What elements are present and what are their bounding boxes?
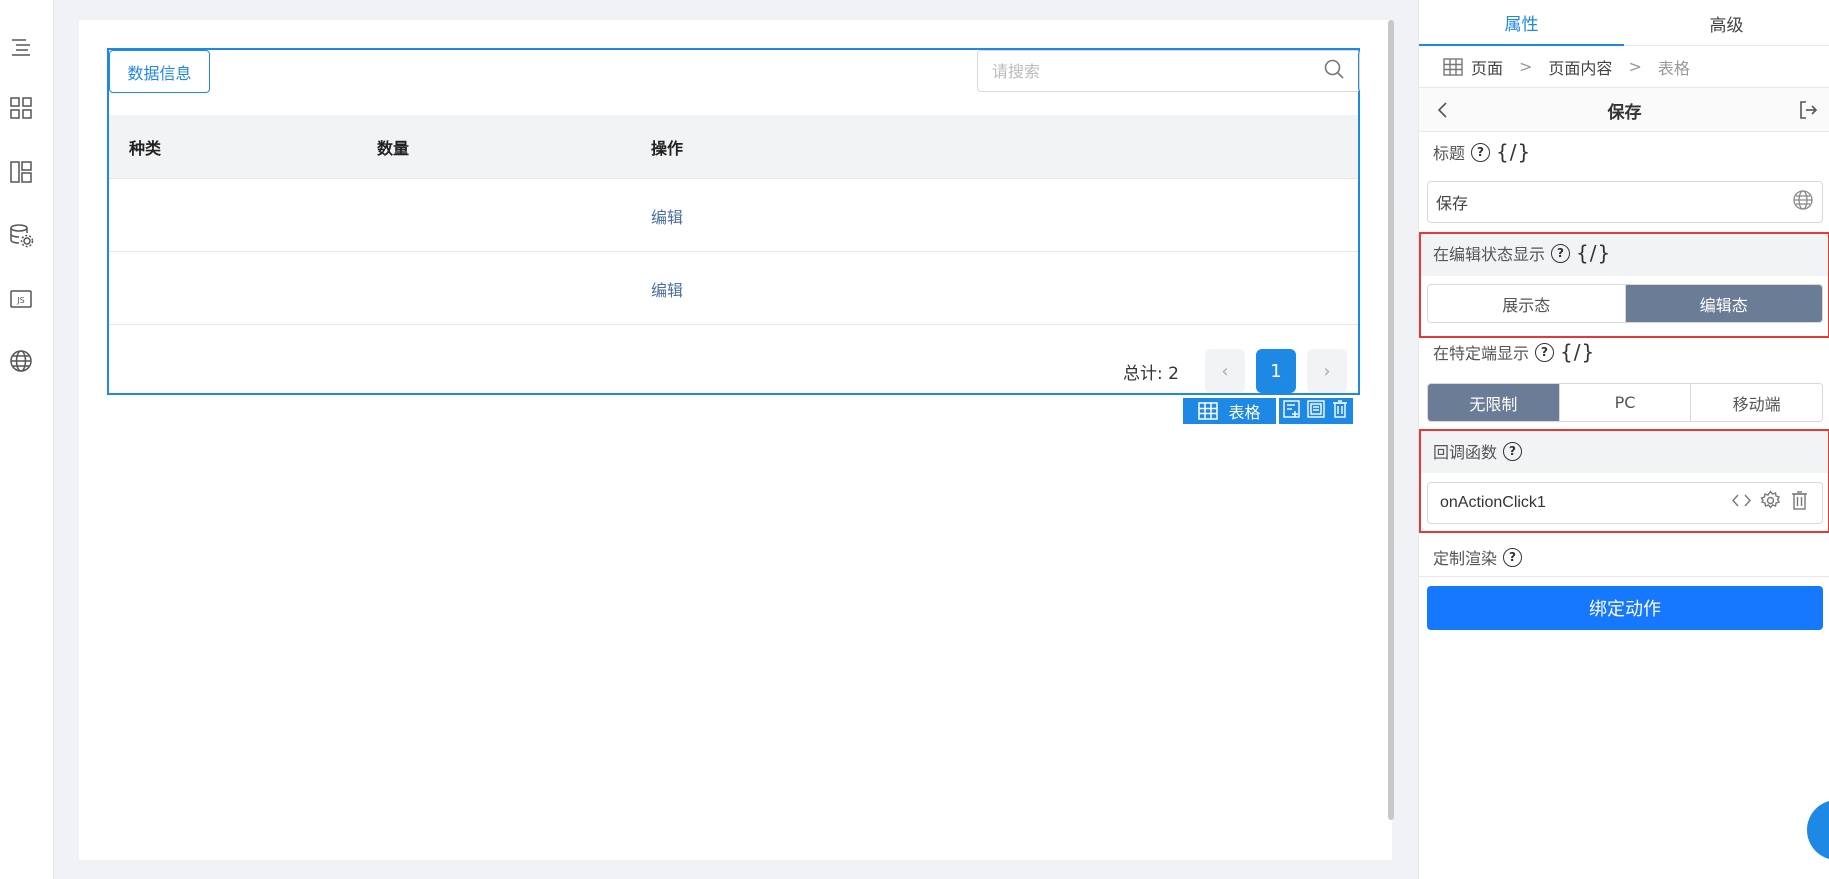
bind-action-button[interactable]: 绑定动作 [1427,586,1823,630]
pagination: 总计: 2 ‹ 1 › [1123,349,1358,393]
page-button-current[interactable]: 1 [1256,349,1296,393]
table-row: 编辑 [109,179,1358,252]
chevron-right-icon: > [1519,57,1533,76]
platform-label-text: 在特定端显示 [1433,344,1530,363]
platform-segmented: 无限制 PC 移动端 [1427,383,1823,422]
search-input[interactable] [992,61,1323,81]
delete-icon[interactable] [1330,399,1350,423]
column-header-quantity: 数量 [377,139,410,158]
table-title-tab[interactable]: 数据信息 [109,50,210,93]
expression-icon[interactable]: {/} [1496,140,1531,164]
component-type-label: 表格 [1228,403,1261,422]
tab-properties[interactable]: 属性 [1419,0,1624,46]
copy-icon[interactable] [1306,399,1326,423]
js-icon[interactable]: JS [8,286,34,312]
component-actions [1279,398,1353,424]
canvas-scrollbar[interactable] [1388,20,1394,820]
component-type-tag[interactable]: 表格 [1183,398,1276,424]
breadcrumb: 页面 > 页面内容 > 表格 [1419,46,1829,88]
next-page-button[interactable]: › [1307,349,1347,393]
title-field-label: 标题 ? {/} [1433,140,1531,164]
breadcrumb-item-content[interactable]: 页面内容 [1548,55,1612,79]
panel-title: 保存 [1607,102,1642,123]
layout-icon[interactable] [8,159,34,185]
outline-icon[interactable] [8,34,34,60]
property-panel: 属性 高级 页面 > 页面内容 > 表格 保存 标题 ? {/} 保存 在编辑状… [1418,0,1829,879]
datasource-icon[interactable] [8,222,34,248]
pagination-total: 总计: 2 [1123,363,1179,384]
table-component[interactable]: 数据信息 种类 数量 操作 编辑 编辑 总计: 2 ‹ 1 › [107,48,1360,395]
panel-tabs: 属性 高级 [1419,0,1829,46]
search-icon[interactable] [1323,58,1345,84]
table-header: 种类 数量 操作 [109,115,1358,179]
i18n-icon[interactable] [8,348,34,374]
help-icon[interactable]: ? [1535,342,1555,362]
title-input-value: 保存 [1436,194,1469,213]
custom-render-label-text: 定制渲染 [1433,549,1498,568]
divider [1419,576,1829,577]
breadcrumb-item-table: 表格 [1657,58,1690,78]
custom-render-label: 定制渲染 ? [1433,545,1523,569]
option-pc[interactable]: PC [1559,384,1692,421]
highlight-box-edit-state [1419,232,1829,338]
globe-icon[interactable] [1792,189,1814,215]
add-child-icon[interactable] [1282,399,1302,423]
table-icon [1198,402,1219,420]
breadcrumb-item-page[interactable]: 页面 [1471,55,1503,79]
platform-label: 在特定端显示 ? {/} [1433,340,1595,364]
table-search[interactable] [977,50,1360,92]
expression-icon[interactable]: {/} [1560,340,1595,364]
help-icon[interactable]: ? [1503,547,1523,567]
chevron-right-icon: > [1628,57,1642,76]
components-icon[interactable] [8,95,34,121]
component-toolbar: 表格 [1183,398,1353,424]
panel-header: 保存 [1419,88,1829,132]
row-edit-link[interactable]: 编辑 [651,179,683,252]
exit-icon[interactable] [1798,100,1818,124]
svg-text:JS: JS [16,296,24,305]
column-header-kind: 种类 [129,139,162,158]
table-row: 编辑 [109,252,1358,325]
left-rail: JS [0,0,54,879]
column-header-actions: 操作 [651,139,684,158]
row-edit-link[interactable]: 编辑 [651,252,683,325]
tab-advanced[interactable]: 高级 [1624,0,1829,46]
highlight-box-callback [1419,429,1829,533]
table-icon [1443,57,1463,76]
help-icon[interactable]: ? [1471,142,1491,162]
prev-page-button[interactable]: ‹ [1205,349,1245,393]
title-input[interactable]: 保存 [1427,181,1823,223]
option-mobile[interactable]: 移动端 [1691,384,1822,421]
option-unlimited[interactable]: 无限制 [1428,384,1560,421]
back-icon[interactable] [1433,100,1453,124]
title-label-text: 标题 [1433,144,1466,163]
